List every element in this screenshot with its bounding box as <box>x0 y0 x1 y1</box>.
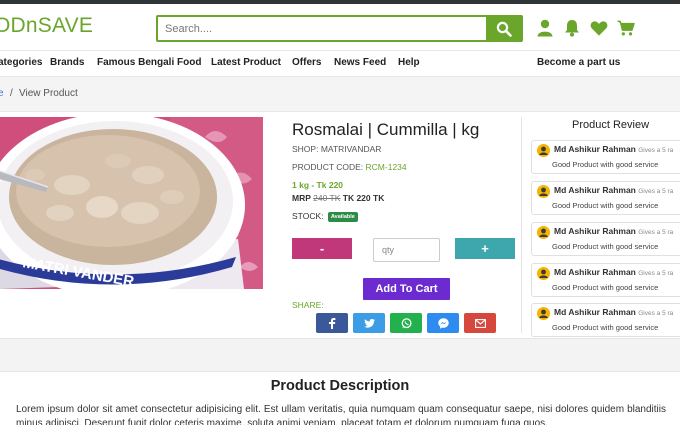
section-band <box>0 338 680 372</box>
user-icon[interactable] <box>536 18 554 38</box>
shop-name: MATRIVANDAR <box>320 144 382 154</box>
site-header: ODnSAVE <box>0 4 680 50</box>
mrp-label: MRP <box>292 193 311 203</box>
qty-plus-button[interactable]: + <box>455 238 515 259</box>
product-code: PRODUCT CODE: RCM-1234 <box>292 162 407 172</box>
share-facebook-button[interactable] <box>316 313 348 333</box>
breadcrumb-current: View Product <box>19 88 78 99</box>
share-messenger-button[interactable] <box>427 313 459 333</box>
reviewer-avatar-icon <box>537 267 550 280</box>
product-code-value: RCM-1234 <box>365 162 407 172</box>
nav-categories[interactable]: ategories <box>0 57 42 68</box>
nav-brands[interactable]: Brands <box>50 57 84 68</box>
reviewer-avatar-icon <box>537 144 550 157</box>
review-text: Good Product with good service <box>552 160 659 169</box>
breadcrumb-home[interactable]: e <box>0 88 4 99</box>
review-heading: Product Review <box>572 119 650 131</box>
review-card: Md Ashikur Rahman Gives a 5 ra Good Prod… <box>531 303 680 337</box>
whatsapp-icon <box>401 317 412 328</box>
review-text: Good Product with good service <box>552 323 659 332</box>
breadcrumb-separator: / <box>10 88 13 99</box>
breadcrumb: e / View Product <box>0 77 680 112</box>
nav-news-feed[interactable]: News Feed <box>334 57 386 68</box>
variant-price: 1 kg - Tk 220 <box>292 180 344 190</box>
review-text: Good Product with good service <box>552 283 659 292</box>
reviewer-name: Md Ashikur Rahman Gives a 5 ra <box>554 226 674 236</box>
share-twitter-button[interactable] <box>353 313 385 333</box>
description-body: Lorem ipsum dolor sit amet consectetur a… <box>16 404 666 425</box>
nav-offers[interactable]: Offers <box>292 57 321 68</box>
nav-latest-product[interactable]: Latest Product <box>211 57 281 68</box>
column-divider <box>521 117 522 333</box>
add-to-cart-button[interactable]: Add To Cart <box>363 278 450 300</box>
review-card: Md Ashikur Rahman Gives a 5 ra Good Prod… <box>531 181 680 215</box>
product-image[interactable]: MATRI VANDER <box>0 117 263 289</box>
review-text: Good Product with good service <box>552 201 659 210</box>
mrp-old-price: 240 TK <box>313 193 341 203</box>
product-title: Rosmalai | Cummilla | kg <box>292 120 480 139</box>
reviewer-name: Md Ashikur Rahman Gives a 5 ra <box>554 144 674 154</box>
main-nav: ategories Brands Famous Bengali Food Lat… <box>0 50 680 77</box>
reviewer-name: Md Ashikur Rahman Gives a 5 ra <box>554 267 674 277</box>
reviewer-avatar-icon <box>537 307 550 320</box>
qty-minus-button[interactable]: - <box>292 238 352 259</box>
stock-line: STOCK: Available <box>292 211 358 222</box>
reviewer-avatar-icon <box>537 185 550 198</box>
description-title: Product Description <box>270 378 410 394</box>
shop-label: SHOP: <box>292 144 319 154</box>
product-code-label: PRODUCT CODE: <box>292 162 364 172</box>
product-shop: SHOP: MATRIVANDAR <box>292 144 381 154</box>
header-icons <box>536 18 635 38</box>
reviewer-name: Md Ashikur Rahman Gives a 5 ra <box>554 307 674 317</box>
review-text: Good Product with good service <box>552 242 659 251</box>
site-logo[interactable]: ODnSAVE <box>0 14 93 38</box>
search-box <box>156 15 523 42</box>
cart-icon[interactable] <box>617 18 635 38</box>
stock-label: STOCK: <box>292 211 324 221</box>
nav-become-partner[interactable]: Become a part us <box>537 57 620 68</box>
review-card: Md Ashikur Rahman Gives a 5 ra Good Prod… <box>531 263 680 297</box>
messenger-icon <box>437 317 449 329</box>
share-label: SHARE: <box>292 300 324 310</box>
twitter-icon <box>363 318 375 328</box>
mrp-line: MRP 240 TK TK 220 TK <box>292 193 384 203</box>
facebook-icon <box>329 317 336 329</box>
bell-icon[interactable] <box>563 18 581 38</box>
gmail-icon <box>474 318 486 328</box>
search-input[interactable] <box>158 17 489 40</box>
share-whatsapp-button[interactable] <box>390 313 422 333</box>
qty-input[interactable] <box>373 238 440 262</box>
heart-icon[interactable] <box>590 18 608 38</box>
stock-badge: Available <box>327 212 358 222</box>
mrp-new-price: TK 220 TK <box>342 193 385 203</box>
nav-help[interactable]: Help <box>398 57 420 68</box>
search-icon <box>496 21 512 37</box>
reviewer-avatar-icon <box>537 226 550 239</box>
search-button[interactable] <box>486 15 522 42</box>
review-card: Md Ashikur Rahman Gives a 5 ra Good Prod… <box>531 222 680 256</box>
share-gmail-button[interactable] <box>464 313 496 333</box>
review-card: Md Ashikur Rahman Gives a 5 ra Good Prod… <box>531 140 680 174</box>
nav-famous-bengali-food[interactable]: Famous Bengali Food <box>97 57 201 68</box>
reviewer-name: Md Ashikur Rahman Gives a 5 ra <box>554 185 674 195</box>
